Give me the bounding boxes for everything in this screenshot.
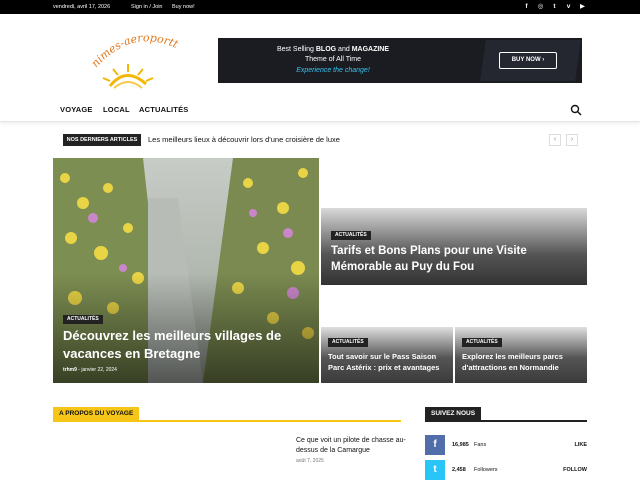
facebook-label: Fans: [474, 442, 487, 448]
current-date: vendredi, avril 17, 2026: [53, 4, 111, 10]
twitter-count: 2,458: [452, 467, 466, 473]
twitter-icon[interactable]: t: [551, 3, 558, 11]
about-article-title[interactable]: Ce que voit un pilote de chasse au-dessu…: [296, 436, 406, 456]
nav-item-actualites[interactable]: ACTUALITÉS: [139, 105, 189, 114]
ticker-next-button[interactable]: ›: [566, 134, 578, 146]
ad-headline: Best Selling BLOG and MAGAZINE: [276, 46, 390, 53]
ad-buy-now-button[interactable]: BUY NOW ›: [499, 52, 557, 69]
logo-text: nimes-aeroporttm: [88, 28, 181, 70]
youtube-icon[interactable]: ▶: [579, 3, 586, 11]
category-tag[interactable]: ACTUALITÉS: [328, 338, 368, 347]
twitter-follow-button[interactable]: FOLLOW: [563, 467, 587, 473]
vimeo-icon[interactable]: v: [565, 3, 572, 11]
hero-bottom-right-title[interactable]: Explorez les meilleurs parcs d'attractio…: [462, 351, 584, 373]
twitter-label: Followers: [474, 467, 498, 473]
about-section-title: A PROPOS DU VOYAGE: [53, 407, 140, 421]
follow-section-divider: [425, 420, 587, 422]
hero-top-right-article[interactable]: ACTUALITÉS Tarifs et Bons Plans pour une…: [321, 158, 587, 285]
facebook-count: 16,985: [452, 442, 469, 448]
top-bar: vendredi, avril 17, 2026 Sign in / Join …: [0, 0, 640, 14]
author-name[interactable]: trhm9: [63, 367, 77, 373]
site-logo[interactable]: nimes-aeroporttm: [88, 28, 188, 92]
about-section-divider: [53, 420, 401, 422]
nav-item-local[interactable]: LOCAL: [103, 105, 130, 114]
publish-date: janvier 22, 2024: [81, 367, 117, 373]
ticker-prev-button[interactable]: ‹: [549, 134, 561, 146]
hero-top-right-title[interactable]: Tarifs et Bons Plans pour une Visite Mém…: [331, 243, 561, 275]
facebook-like-button[interactable]: LIKE: [574, 442, 587, 448]
hero-main-title[interactable]: Découvrez les meilleurs villages de vaca…: [63, 327, 303, 363]
buy-now-link[interactable]: Buy now!: [172, 4, 195, 10]
social-row-facebook[interactable]: f 16,985 Fans LIKE: [425, 435, 587, 455]
top-social-icons: f ◎ t v ▶: [523, 3, 586, 11]
hero-main-article[interactable]: ACTUALITÉS Découvrez les meilleurs villa…: [53, 158, 319, 383]
main-nav: VOYAGE LOCAL ACTUALITÉS: [0, 99, 640, 122]
instagram-icon[interactable]: ◎: [537, 3, 544, 11]
ticker-headline[interactable]: Les meilleurs lieux à découvrir lors d'u…: [148, 135, 340, 144]
nav-item-voyage[interactable]: VOYAGE: [60, 105, 93, 114]
twitter-icon[interactable]: t: [425, 460, 445, 480]
follow-section-title: SUIVEZ NOUS: [425, 407, 482, 421]
hero-bottom-left-article[interactable]: ACTUALITÉS Tout savoir sur le Pass Saiso…: [321, 287, 453, 383]
about-article-date: août 7, 2025: [296, 458, 324, 464]
ad-banner[interactable]: Best Selling BLOG and MAGAZINE Theme of …: [218, 38, 582, 83]
category-tag[interactable]: ACTUALITÉS: [63, 315, 103, 324]
ad-tagline: Experience the change!: [296, 67, 370, 74]
hero-bottom-left-title[interactable]: Tout savoir sur le Pass Saison Parc Asté…: [328, 351, 450, 373]
sign-in-link[interactable]: Sign in / Join: [131, 4, 163, 10]
social-row-twitter[interactable]: t 2,458 Followers FOLLOW: [425, 460, 587, 480]
hero-main-meta: trhm9 - janvier 22, 2024: [63, 367, 117, 373]
category-tag[interactable]: ACTUALITÉS: [462, 338, 502, 347]
sun-icon: [102, 64, 154, 89]
search-icon[interactable]: [570, 104, 582, 116]
facebook-icon[interactable]: f: [425, 435, 445, 455]
hero-bottom-right-article[interactable]: ACTUALITÉS Explorez les meilleurs parcs …: [455, 287, 587, 383]
facebook-icon[interactable]: f: [523, 3, 530, 11]
ticker-label: NOS DERNIERS ARTICLES: [63, 134, 141, 146]
category-tag[interactable]: ACTUALITÉS: [331, 231, 371, 240]
ad-subline: Theme of All Time: [304, 56, 362, 63]
